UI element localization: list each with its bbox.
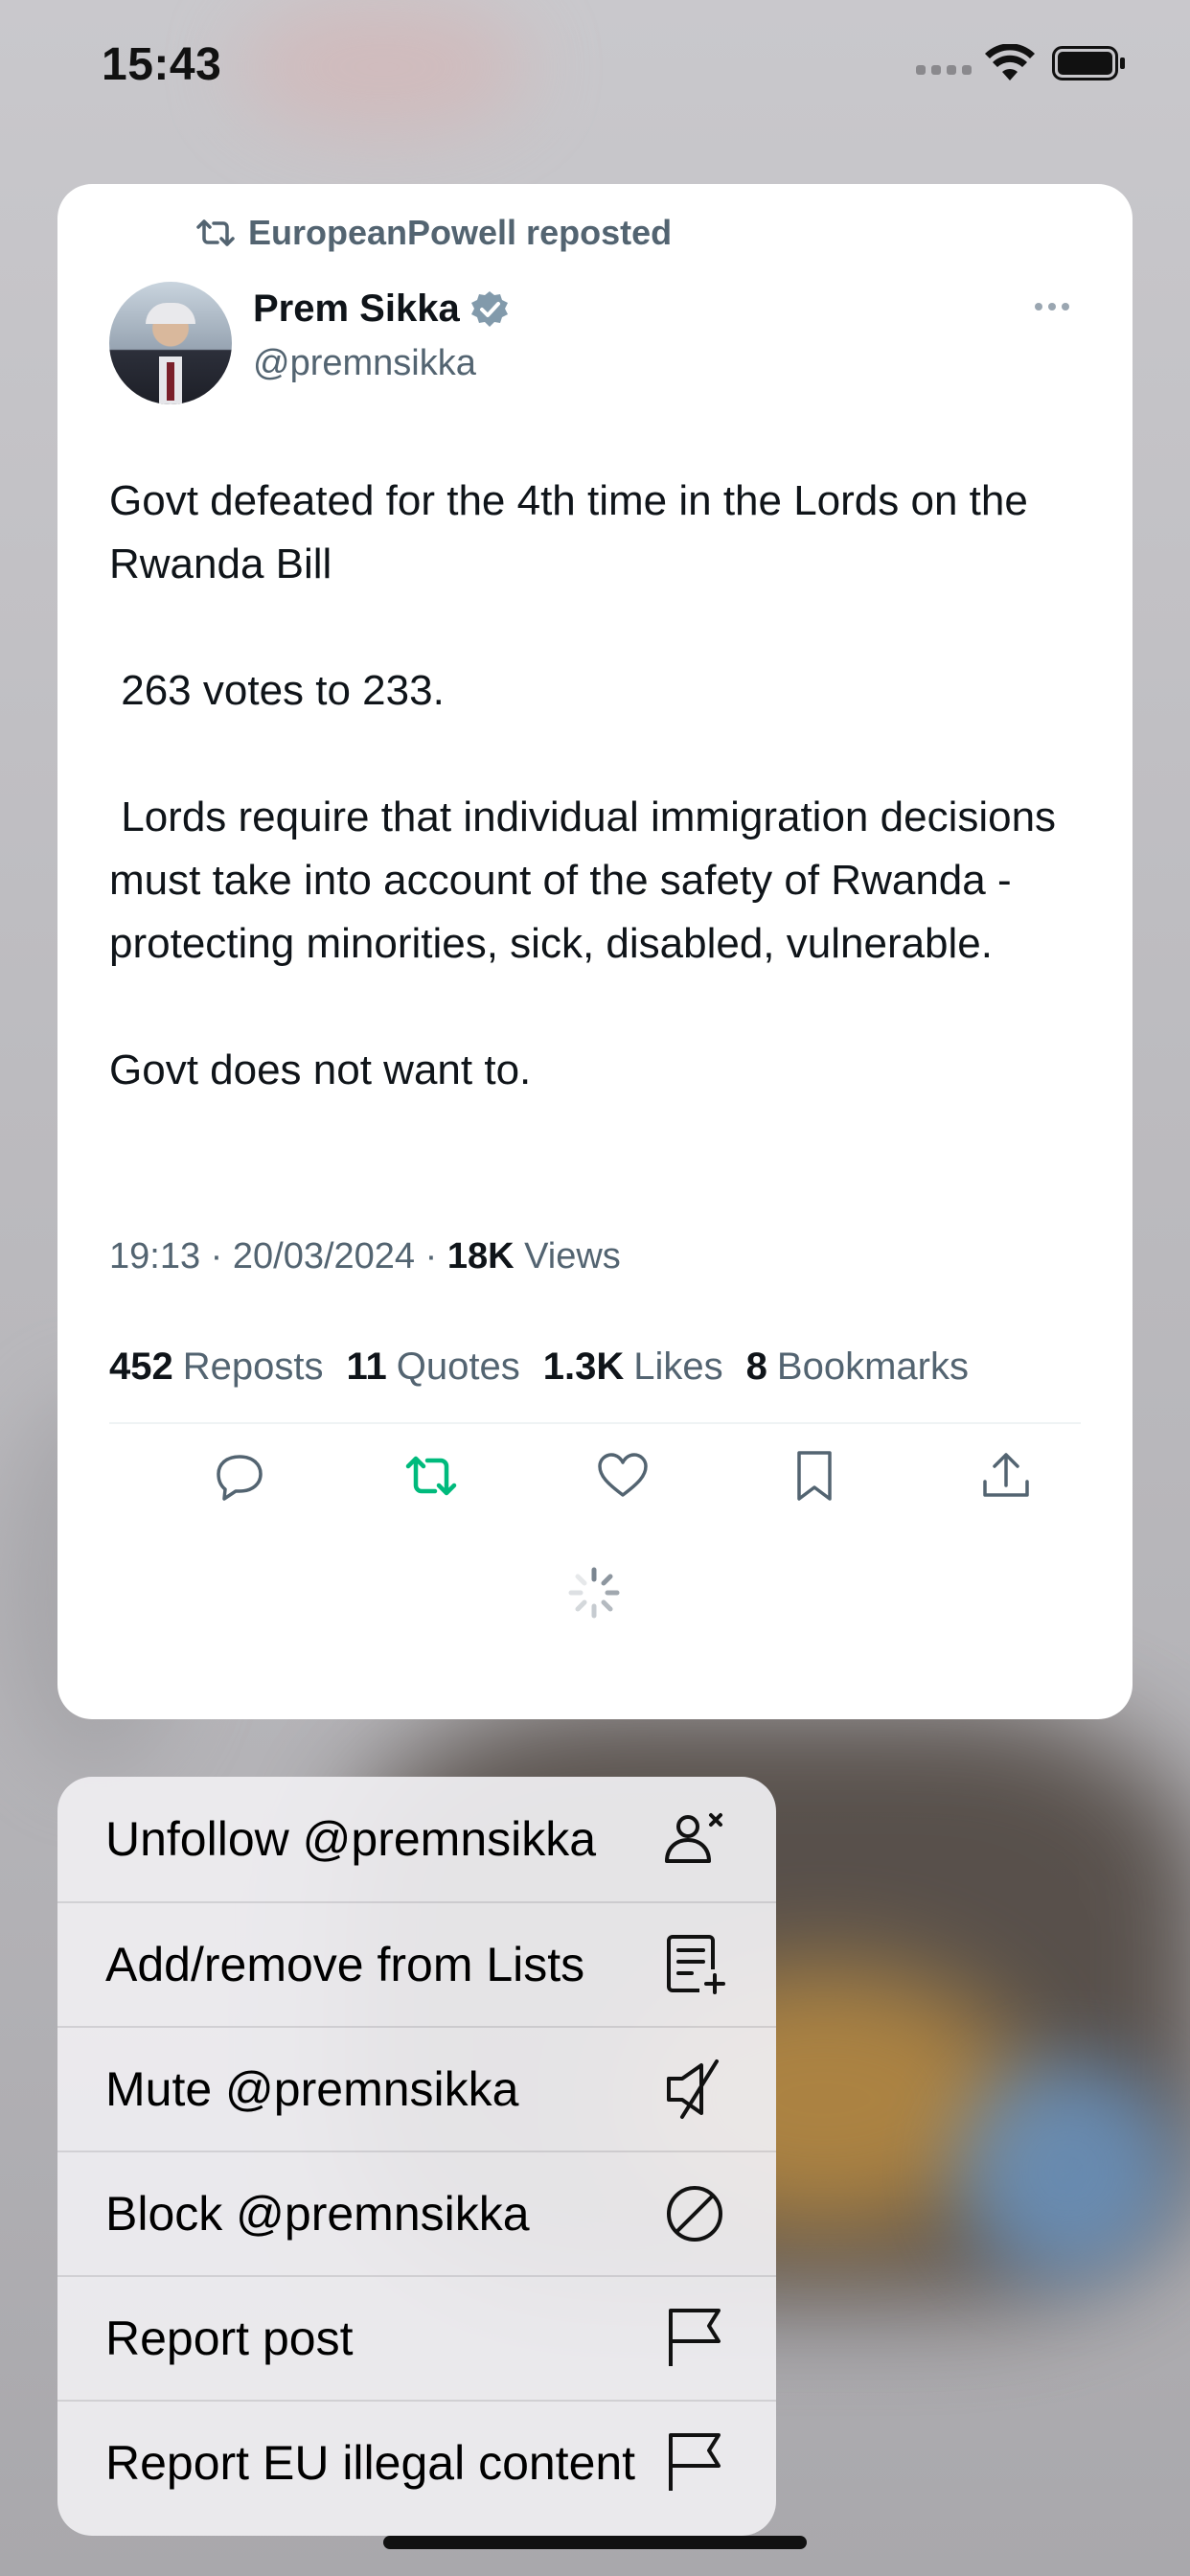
bookmark-icon[interactable] xyxy=(786,1447,843,1505)
home-indicator[interactable] xyxy=(383,2536,807,2549)
stat-quotes[interactable]: 11 Quotes xyxy=(347,1346,520,1389)
menu-item-lists[interactable]: Add/remove from Lists xyxy=(57,1901,776,2026)
author-name-row: Prem Sikka xyxy=(253,288,510,331)
author-handle[interactable]: @premnsikka xyxy=(253,343,476,384)
share-icon[interactable] xyxy=(977,1447,1035,1505)
cellular-signal-icon xyxy=(916,65,972,75)
post-text: Govt defeated for the 4th time in the Lo… xyxy=(109,477,1057,1093)
list-add-icon xyxy=(667,1935,725,1994)
repost-indicator: EuropeanPowell reposted xyxy=(196,213,672,253)
block-icon xyxy=(667,2186,722,2242)
reply-icon[interactable] xyxy=(211,1447,268,1505)
engagement-stats: 452 Reposts 11 Quotes 1.3K Likes 8 Bookmarks xyxy=(109,1346,969,1389)
post-timestamp: 19:13 · 20/03/2024 · xyxy=(109,1236,438,1276)
menu-item-report-eu[interactable]: Report EU illegal content xyxy=(57,2400,776,2524)
author-name[interactable]: Prem Sikka xyxy=(253,288,460,331)
views-label: Views xyxy=(524,1236,621,1276)
menu-item-unfollow[interactable]: Unfollow @premnsikka xyxy=(57,1777,776,1901)
unfollow-icon xyxy=(665,1813,722,1863)
verified-badge-icon xyxy=(470,290,508,327)
status-bar: 15:43 xyxy=(0,0,1190,134)
repost-label[interactable]: EuropeanPowell reposted xyxy=(248,213,672,253)
battery-icon xyxy=(1052,46,1125,80)
divider xyxy=(109,1422,1081,1424)
loading-spinner-icon xyxy=(568,1567,620,1619)
repost-action-icon[interactable] xyxy=(402,1447,460,1505)
views-count: 18K xyxy=(446,1236,515,1276)
avatar[interactable] xyxy=(109,282,232,404)
background-blur xyxy=(958,2060,1179,2281)
post-card[interactable]: EuropeanPowell reposted Prem Sikka @prem… xyxy=(57,184,1133,1719)
wifi-icon xyxy=(985,44,1035,80)
repost-icon xyxy=(196,219,235,246)
stat-bookmarks[interactable]: 8 Bookmarks xyxy=(746,1346,969,1389)
context-menu: Unfollow @premnsikka Add/remove from Lis… xyxy=(57,1777,776,2536)
flag-icon xyxy=(669,2309,721,2366)
stat-likes[interactable]: 1.3K Likes xyxy=(543,1346,723,1389)
flag-icon xyxy=(669,2433,721,2491)
menu-item-report-post[interactable]: Report post xyxy=(57,2275,776,2400)
more-options-icon[interactable] xyxy=(1035,303,1069,310)
menu-item-block[interactable]: Block @premnsikka xyxy=(57,2150,776,2275)
like-icon[interactable] xyxy=(594,1447,652,1505)
menu-item-mute[interactable]: Mute @premnsikka xyxy=(57,2026,776,2150)
status-time: 15:43 xyxy=(102,39,222,90)
post-meta: 19:13 · 20/03/2024 · 18K Views xyxy=(109,1236,621,1277)
stat-reposts[interactable]: 452 Reposts xyxy=(109,1346,324,1389)
mute-icon xyxy=(667,2059,719,2119)
action-bar xyxy=(57,1447,1133,1514)
